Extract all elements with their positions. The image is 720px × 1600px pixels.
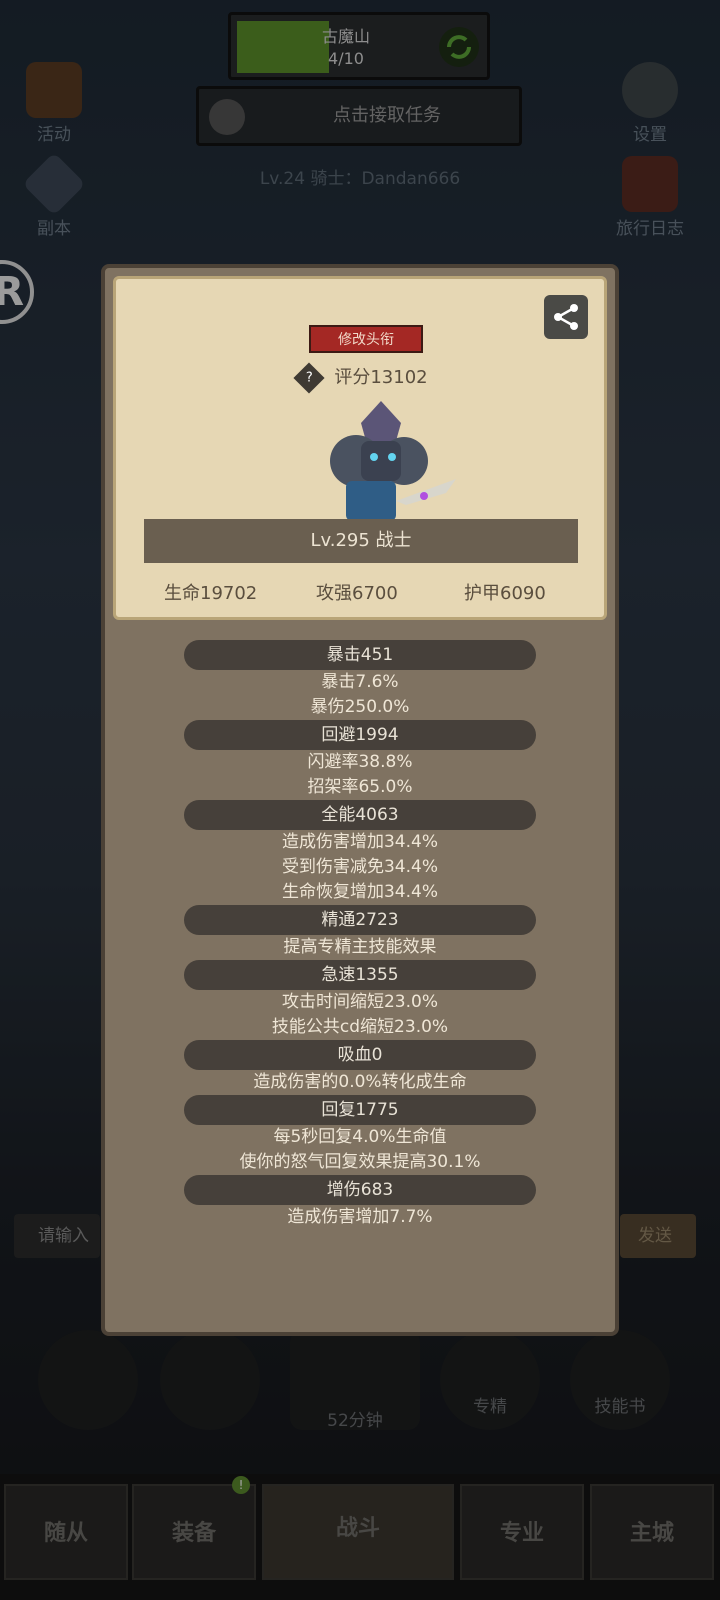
stat-header: 吸血0 [184, 1040, 536, 1070]
stat-header: 精通2723 [184, 905, 536, 935]
stat-header: 全能4063 [184, 800, 536, 830]
help-icon[interactable]: ? [293, 362, 325, 394]
base-stats: 生命19702 攻强6700 护甲6090 [116, 579, 610, 609]
stat-detail-line: 造成伤害的0.0%转化成生命 [253, 1072, 467, 1092]
edit-title-button[interactable]: 修改头衔 [309, 325, 423, 353]
stat-detail-line: 生命恢复增加34.4% [281, 882, 438, 902]
stat-detail-line: 招架率65.0% [307, 777, 413, 797]
stat-detail-line: 每5秒回复4.0%生命值 [273, 1127, 447, 1147]
character-stats-modal: 修改头衔 ? 评分13102 Lv.295 战士 生命19702 攻强6700 护… [101, 264, 619, 1336]
stat-header: 急速1355 [184, 960, 536, 990]
stat-detail-line: 暴伤250.0% [310, 697, 410, 717]
stat-detail-line: 造成伤害增加7.7% [287, 1207, 433, 1227]
share-icon [554, 304, 578, 330]
character-header-panel: 修改头衔 ? 评分13102 Lv.295 战士 生命19702 攻强6700 护… [113, 276, 607, 620]
stat-header: 暴击451 [184, 640, 536, 670]
level-class-bar: Lv.295 战士 [144, 519, 578, 563]
share-button[interactable] [544, 295, 588, 339]
stat-detail-line: 暴击7.6% [321, 672, 399, 692]
character-portrait [330, 401, 456, 521]
stat-detail-line: 技能公共cd缩短23.0% [271, 1017, 449, 1037]
stat-header: 回复1775 [184, 1095, 536, 1125]
stat-list: 暴击451 暴击7.6% 暴伤250.0% 回避1994 闪避率38.8% 招架率65.0… [105, 640, 615, 1230]
stat-armor: 护甲6090 [464, 583, 546, 604]
stat-header: 回避1994 [184, 720, 536, 750]
stat-detail-line: 使你的怒气回复效果提高30.1% [239, 1152, 481, 1172]
stat-detail-line: 受到伤害减免34.4% [281, 857, 438, 877]
score-row: ? 评分13102 [116, 362, 610, 394]
stat-detail-line: 提高专精主技能效果 [283, 937, 437, 957]
stat-detail-line: 闪避率38.8% [307, 752, 413, 772]
stat-detail-line: 造成伤害增加34.4% [281, 832, 438, 852]
stat-detail-line: 攻击时间缩短23.0% [281, 992, 438, 1012]
score-value: 评分13102 [334, 367, 428, 388]
stat-attack-power: 攻强6700 [316, 583, 398, 604]
stat-health: 生命19702 [164, 583, 258, 604]
stat-header: 增伤683 [184, 1175, 536, 1205]
